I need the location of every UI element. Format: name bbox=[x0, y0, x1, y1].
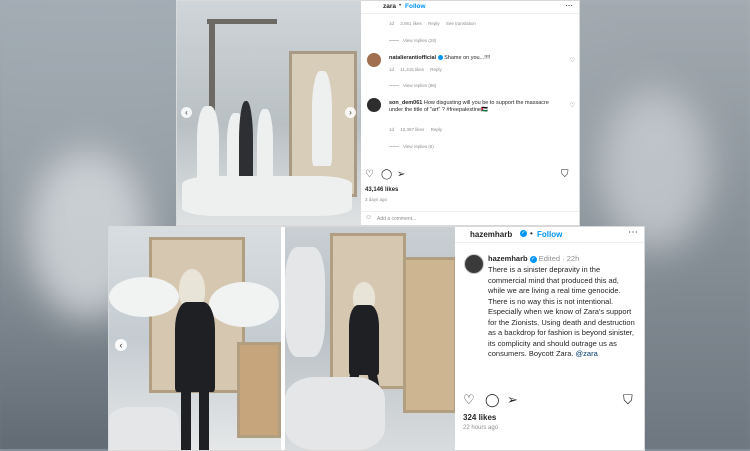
gallows-beam bbox=[207, 19, 277, 24]
comment-text: Shame on you...!!!! bbox=[444, 55, 491, 61]
verified-badge-icon bbox=[437, 55, 443, 61]
like-heart-icon[interactable]: ♡ bbox=[365, 169, 374, 180]
mention-link[interactable]: @zara bbox=[576, 349, 598, 358]
shrouded-statue bbox=[312, 71, 332, 166]
bottom-post-sidebar: hazemharb ✓ • Follow ⋯ hazemharb ✓ Edite… bbox=[455, 227, 644, 450]
comment-likes[interactable]: 11,415 likes bbox=[400, 67, 424, 72]
verified-badge-icon: ✓ bbox=[529, 255, 537, 263]
like-heart-icon[interactable]: ♡ bbox=[463, 392, 475, 408]
comment-bubble-icon[interactable]: ◯ bbox=[381, 169, 392, 180]
rubble bbox=[182, 176, 352, 216]
post-username[interactable]: zara bbox=[383, 3, 396, 10]
comment-author[interactable]: son_dem061 bbox=[389, 100, 422, 106]
comment-author[interactable]: natalierantiofficial bbox=[389, 55, 436, 61]
carousel-photo-2 bbox=[285, 227, 455, 450]
top-post-header: zara • Follow ⋯ bbox=[361, 1, 579, 14]
reply-link[interactable]: Reply bbox=[430, 67, 442, 72]
post-username[interactable]: hazemharb bbox=[470, 230, 512, 239]
caption-author[interactable]: hazemharb bbox=[488, 254, 528, 263]
comment-likes[interactable]: 12,367 likes bbox=[400, 127, 424, 132]
post-caption: There is a sinister depravity in the com… bbox=[488, 265, 638, 360]
bottom-instagram-post: ‹ hazemharb ✓ • Follow ⋯ hazemharb ✓ Edi… bbox=[108, 226, 645, 451]
model-figure bbox=[349, 305, 379, 375]
caption-age: 22h bbox=[566, 254, 580, 263]
top-post-sidebar: zara • Follow ⋯ 1d 2,061 likes Reply See… bbox=[361, 1, 579, 225]
add-comment-bar[interactable]: ☺ Add a comment... bbox=[361, 211, 579, 225]
comment-bubble-icon[interactable]: ◯ bbox=[485, 392, 500, 408]
comment-likes[interactable]: 2,061 likes bbox=[400, 21, 422, 26]
bottom-post-header: hazemharb ✓ • Follow ⋯ bbox=[455, 227, 644, 243]
comment-meta: 1d 11,415 likes Reply bbox=[389, 67, 447, 72]
separator-dot: • bbox=[399, 3, 402, 9]
caption-text: There is a sinister depravity in the com… bbox=[488, 265, 635, 358]
plaster-panel bbox=[403, 257, 455, 413]
save-bookmark-icon[interactable]: ⛉ bbox=[623, 392, 633, 408]
verified-badge-icon: ✓ bbox=[520, 230, 527, 237]
post-timestamp: 22 hours ago bbox=[463, 425, 499, 431]
model-leg bbox=[199, 387, 209, 450]
comment-age: 1d bbox=[389, 21, 395, 26]
avatar[interactable] bbox=[464, 254, 484, 274]
comment-age: 1d bbox=[389, 127, 395, 132]
add-comment-input[interactable]: Add a comment... bbox=[377, 216, 416, 222]
likes-count[interactable]: 324 likes bbox=[463, 413, 496, 422]
translate-link[interactable]: See translation bbox=[446, 21, 476, 26]
caption-header: hazemharb ✓ Edited · 22h bbox=[488, 254, 579, 263]
white-wing bbox=[209, 282, 279, 327]
more-options-icon[interactable]: ⋯ bbox=[628, 227, 638, 238]
model-figure bbox=[175, 302, 215, 392]
separator-dot: · bbox=[562, 254, 565, 263]
statue-fragment bbox=[285, 247, 325, 357]
top-instagram-post: ‹ › zara • Follow ⋯ 1d 2,061 likes Reply… bbox=[176, 0, 580, 226]
plaster-panel bbox=[237, 342, 281, 438]
reply-link[interactable]: Reply bbox=[428, 21, 440, 26]
previous-image-button[interactable]: ‹ bbox=[181, 107, 192, 118]
debris bbox=[109, 407, 179, 450]
comment-meta: 1d 2,061 likes Reply See translation bbox=[389, 21, 481, 26]
post-actions: ♡ ◯ ➢ ⛉ bbox=[365, 169, 575, 181]
comment-meta: 1d 12,367 likes Reply bbox=[389, 127, 447, 132]
likes-count[interactable]: 43,146 likes bbox=[365, 187, 398, 193]
emoji-icon[interactable]: ☺ bbox=[365, 214, 372, 221]
top-post-photo: ‹ › bbox=[177, 1, 361, 225]
save-bookmark-icon[interactable]: ⛉ bbox=[561, 169, 569, 180]
like-comment-heart-icon[interactable]: ♡ bbox=[570, 57, 575, 64]
follow-button[interactable]: Follow bbox=[537, 230, 562, 239]
carousel-photo-1: ‹ bbox=[109, 227, 281, 450]
comment: natalierantiofficial Shame on you...!!!! bbox=[389, 55, 559, 62]
avatar[interactable] bbox=[367, 53, 381, 67]
like-comment-heart-icon[interactable]: ♡ bbox=[570, 102, 575, 109]
white-wing bbox=[109, 277, 179, 317]
statue-figure bbox=[197, 106, 219, 186]
follow-button[interactable]: Follow bbox=[405, 3, 426, 10]
view-replies-link[interactable]: View replies (28) bbox=[389, 38, 436, 43]
reply-link[interactable]: Reply bbox=[431, 127, 443, 132]
separator-dot: • bbox=[530, 229, 533, 238]
comment-age: 1d bbox=[389, 67, 395, 72]
view-replies-link[interactable]: View replies (8) bbox=[389, 144, 434, 149]
comment: son_dem061 How disgusting will you be to… bbox=[389, 100, 559, 114]
post-actions: ♡ ◯ ➢ ⛉ bbox=[463, 392, 635, 408]
next-image-button[interactable]: › bbox=[345, 107, 356, 118]
model-figure bbox=[239, 101, 253, 186]
share-paper-plane-icon[interactable]: ➢ bbox=[507, 392, 518, 408]
more-options-icon[interactable]: ⋯ bbox=[565, 1, 573, 10]
previous-image-button[interactable]: ‹ bbox=[115, 339, 127, 351]
view-replies-link[interactable]: View replies (86) bbox=[389, 83, 436, 88]
share-paper-plane-icon[interactable]: ➢ bbox=[397, 169, 405, 180]
debris bbox=[285, 377, 385, 450]
post-timestamp: 3 days ago bbox=[365, 197, 388, 202]
model-leg bbox=[181, 387, 191, 450]
edited-label: Edited bbox=[538, 254, 561, 263]
avatar[interactable] bbox=[367, 98, 381, 112]
